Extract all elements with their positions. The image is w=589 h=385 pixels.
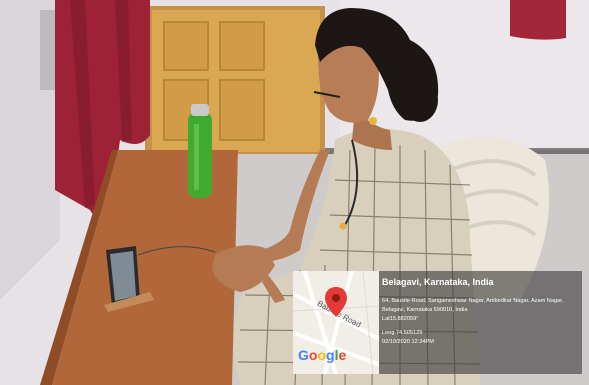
latitude: Lat15.882059° <box>382 316 419 322</box>
longitude: Long 74.505129 <box>382 330 423 336</box>
door-panel <box>163 21 209 71</box>
geotag-info: Belagavi, Karnataka, India 64, Bauxite R… <box>382 277 578 347</box>
hair-bun <box>402 78 438 122</box>
address-line: Belagavi, Karnataka 590010, India <box>382 307 468 313</box>
bottle-cap <box>191 104 209 116</box>
photo-scene: Bauxite Road Google Belagavi, Karnataka,… <box>0 0 589 385</box>
water-bottle <box>188 112 212 198</box>
timestamp: 02/10/2020 12:24PM <box>382 339 434 345</box>
google-logo: Google <box>298 347 347 363</box>
location-title: Belagavi, Karnataka, India <box>382 277 494 287</box>
pendant <box>339 222 347 230</box>
map-thumbnail: Bauxite Road Google <box>293 271 379 374</box>
bottle-highlight <box>194 124 199 190</box>
door-panel <box>219 79 265 141</box>
door-panel <box>219 21 265 71</box>
geotag-overlay: Bauxite Road Google Belagavi, Karnataka,… <box>293 271 582 374</box>
address-line: 64, Bauxite Road, Sangameshwar Nagar, Am… <box>382 298 564 304</box>
curtain-right <box>510 0 566 40</box>
earring <box>369 117 377 125</box>
